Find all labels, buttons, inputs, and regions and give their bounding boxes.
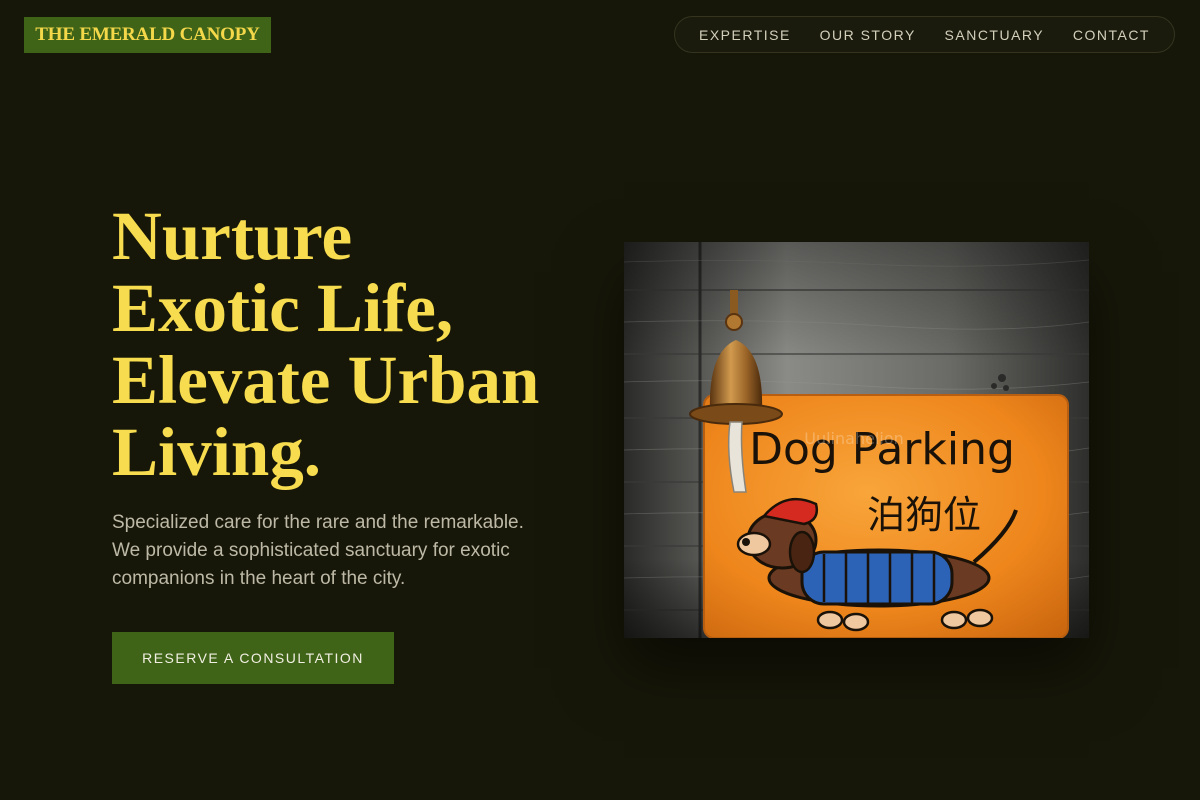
nav-item-expertise[interactable]: EXPERTISE <box>699 27 791 43</box>
hero-subtitle-line: Specialized care for the rare and the re… <box>112 512 524 533</box>
reserve-consultation-button[interactable]: RESERVE A CONSULTATION <box>112 632 394 684</box>
hero-subtitle-line: companions in the heart of the city. <box>112 568 406 589</box>
dog-parking-sign-image: Dog Parking 泊狗位 Uulinahelion <box>624 242 1089 638</box>
hero-title-line: Living. <box>112 414 321 490</box>
nav-item-our-story[interactable]: OUR STORY <box>820 27 916 43</box>
hero-title: Nurture Exotic Life, Elevate Urban Livin… <box>112 200 539 488</box>
nav-item-sanctuary[interactable]: SANCTUARY <box>945 27 1045 43</box>
hero-photo: Dog Parking 泊狗位 Uulinahelion <box>624 242 1089 638</box>
sign-chinese-text: 泊狗位 <box>867 493 981 537</box>
hero-subtitle-line: We provide a sophisticated sanctuary for… <box>112 540 510 561</box>
hero-title-line: Elevate Urban <box>112 342 540 418</box>
hero-subtitle: Specialized care for the rare and the re… <box>112 509 592 593</box>
nav-item-contact[interactable]: CONTACT <box>1073 27 1150 43</box>
hero-title-line: Exotic Life, <box>112 270 454 346</box>
hero-title-line: Nurture <box>112 198 353 274</box>
watermark: Uulinahelion <box>804 429 904 448</box>
brand-logo[interactable]: THE EMERALD CANOPY <box>24 17 271 53</box>
main-nav: EXPERTISE OUR STORY SANCTUARY CONTACT <box>674 16 1175 53</box>
